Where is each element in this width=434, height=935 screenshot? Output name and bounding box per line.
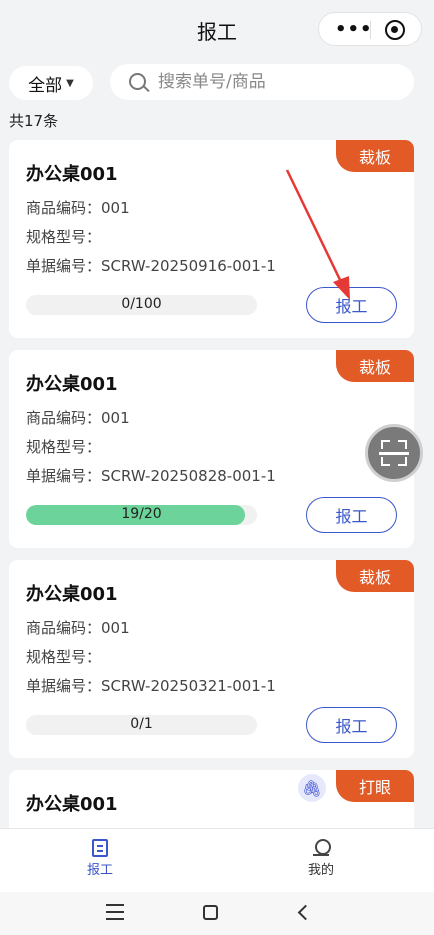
spec-row: 规格型号： [26,226,101,247]
result-count: 共17条 [9,112,59,130]
user-icon [312,839,331,857]
spec-label: 规格型号： [26,648,102,666]
scan-icon-corner [381,457,390,466]
caret-down-icon: ▼ [66,77,74,89]
nav-header: 报工 ••• [0,0,434,58]
product-code-row: 商品编码：001 [26,617,130,638]
doc-no-value: SCRW-20250828-001-1 [101,467,276,485]
process-tag: 裁板 [336,560,414,592]
product-name: 办公桌001 [26,584,118,605]
process-tag: 裁板 [336,140,414,172]
status-filter-dropdown[interactable]: 全部 ▼ [9,66,93,100]
product-name: 办公桌001 [26,374,118,395]
doc-no-row: 单据编号：SCRW-20250321-001-1 [26,675,276,696]
progress-text: 19/20 [121,506,162,522]
product-name: 办公桌001 [26,164,118,185]
progress-bar: 19/20 [26,505,257,525]
home-icon[interactable] [203,905,218,920]
tab-report[interactable]: 报工 [60,839,140,878]
product-code-value: 001 [101,409,130,427]
scan-icon [381,440,390,449]
doc-no-label: 单据编号： [26,467,102,485]
product-name: 办公桌001 [26,794,118,815]
product-code-label: 商品编码： [26,199,102,217]
more-dots-icon[interactable]: ••• [335,19,373,40]
paperclip-icon[interactable]: 🖇 [298,774,326,802]
product-code-label: 商品编码： [26,619,102,637]
report-button[interactable]: 报工 [306,707,397,743]
scan-icon-corner [398,440,407,449]
tab-mine[interactable]: 我的 [281,839,361,878]
capsule-divider [370,21,371,39]
work-order-card[interactable]: 裁板 办公桌001 商品编码：001 规格型号： 单据编号：SCRW-20250… [9,350,414,548]
doc-no-label: 单据编号： [26,257,102,275]
doc-no-label: 单据编号： [26,677,102,695]
progress-bar: 0/1 [26,715,257,735]
doc-no-value: SCRW-20250916-001-1 [101,257,276,275]
progress-text: 0/1 [130,716,153,732]
filter-label: 全部 [28,75,63,96]
report-button[interactable]: 报工 [306,497,397,533]
scan-icon-line [379,452,409,455]
system-nav-bar [0,892,434,935]
scan-icon-corner [398,457,407,466]
doc-no-row: 单据编号：SCRW-20250828-001-1 [26,465,276,486]
target-icon[interactable] [385,20,405,40]
spec-label: 规格型号： [26,438,102,456]
process-tag: 打眼 [336,770,414,802]
work-order-card[interactable]: 裁板 办公桌001 商品编码：001 规格型号： 单据编号：SCRW-20250… [9,560,414,758]
product-code-value: 001 [101,199,130,217]
product-code-label: 商品编码： [26,409,102,427]
work-order-card[interactable]: 裁板 办公桌001 商品编码：001 规格型号： 单据编号：SCRW-20250… [9,140,414,338]
product-code-row: 商品编码：001 [26,197,130,218]
document-icon [92,839,108,857]
search-box[interactable] [110,64,414,100]
product-code-value: 001 [101,619,130,637]
progress-bar: 0/100 [26,295,257,315]
spec-label: 规格型号： [26,228,102,246]
scan-button[interactable] [365,424,423,482]
back-icon[interactable] [297,904,314,921]
tab-report-label: 报工 [86,863,113,878]
progress-text: 0/100 [121,296,162,312]
menu-icon[interactable] [106,904,124,920]
search-input[interactable] [158,68,398,96]
spec-row: 规格型号： [26,646,101,667]
doc-no-row: 单据编号：SCRW-20250916-001-1 [26,255,276,276]
search-icon [129,73,146,90]
report-button[interactable]: 报工 [306,287,397,323]
mini-program-capsule: ••• [318,12,422,46]
bottom-tab-bar: 报工 我的 [0,828,434,892]
doc-no-value: SCRW-20250321-001-1 [101,677,276,695]
process-tag: 裁板 [336,350,414,382]
tab-mine-label: 我的 [307,863,334,878]
product-code-row: 商品编码：001 [26,407,130,428]
spec-row: 规格型号： [26,436,101,457]
